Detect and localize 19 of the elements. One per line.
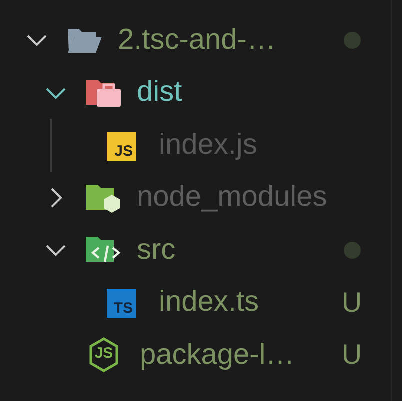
file-name: 2.tsc-and-… — [118, 24, 277, 57]
ts-file-icon: TS — [107, 289, 136, 318]
folder-item[interactable]: node_modules — [0, 172, 372, 224]
hexagon-js-icon: JS — [88, 337, 120, 374]
file-item[interactable]: JS package-l… U — [0, 329, 372, 382]
file-name: package-l… — [140, 338, 296, 372]
status-letter: U — [342, 339, 362, 372]
file-item[interactable]: TS index.ts U — [0, 276, 372, 329]
folder-item[interactable]: src — [0, 224, 372, 276]
file-item[interactable]: JS index.js — [0, 119, 372, 172]
file-name: node_modules — [137, 181, 328, 214]
file-name: dist — [137, 76, 184, 110]
file-name: index.ts — [159, 286, 260, 320]
folder-item[interactable]: dist — [0, 66, 372, 119]
status-letter: U — [342, 286, 362, 319]
js-file-icon: JS — [107, 132, 136, 161]
folder-item[interactable]: 2.tsc-and-… — [0, 14, 372, 66]
file-name: src — [137, 234, 177, 267]
file-name: index.js — [159, 128, 258, 162]
